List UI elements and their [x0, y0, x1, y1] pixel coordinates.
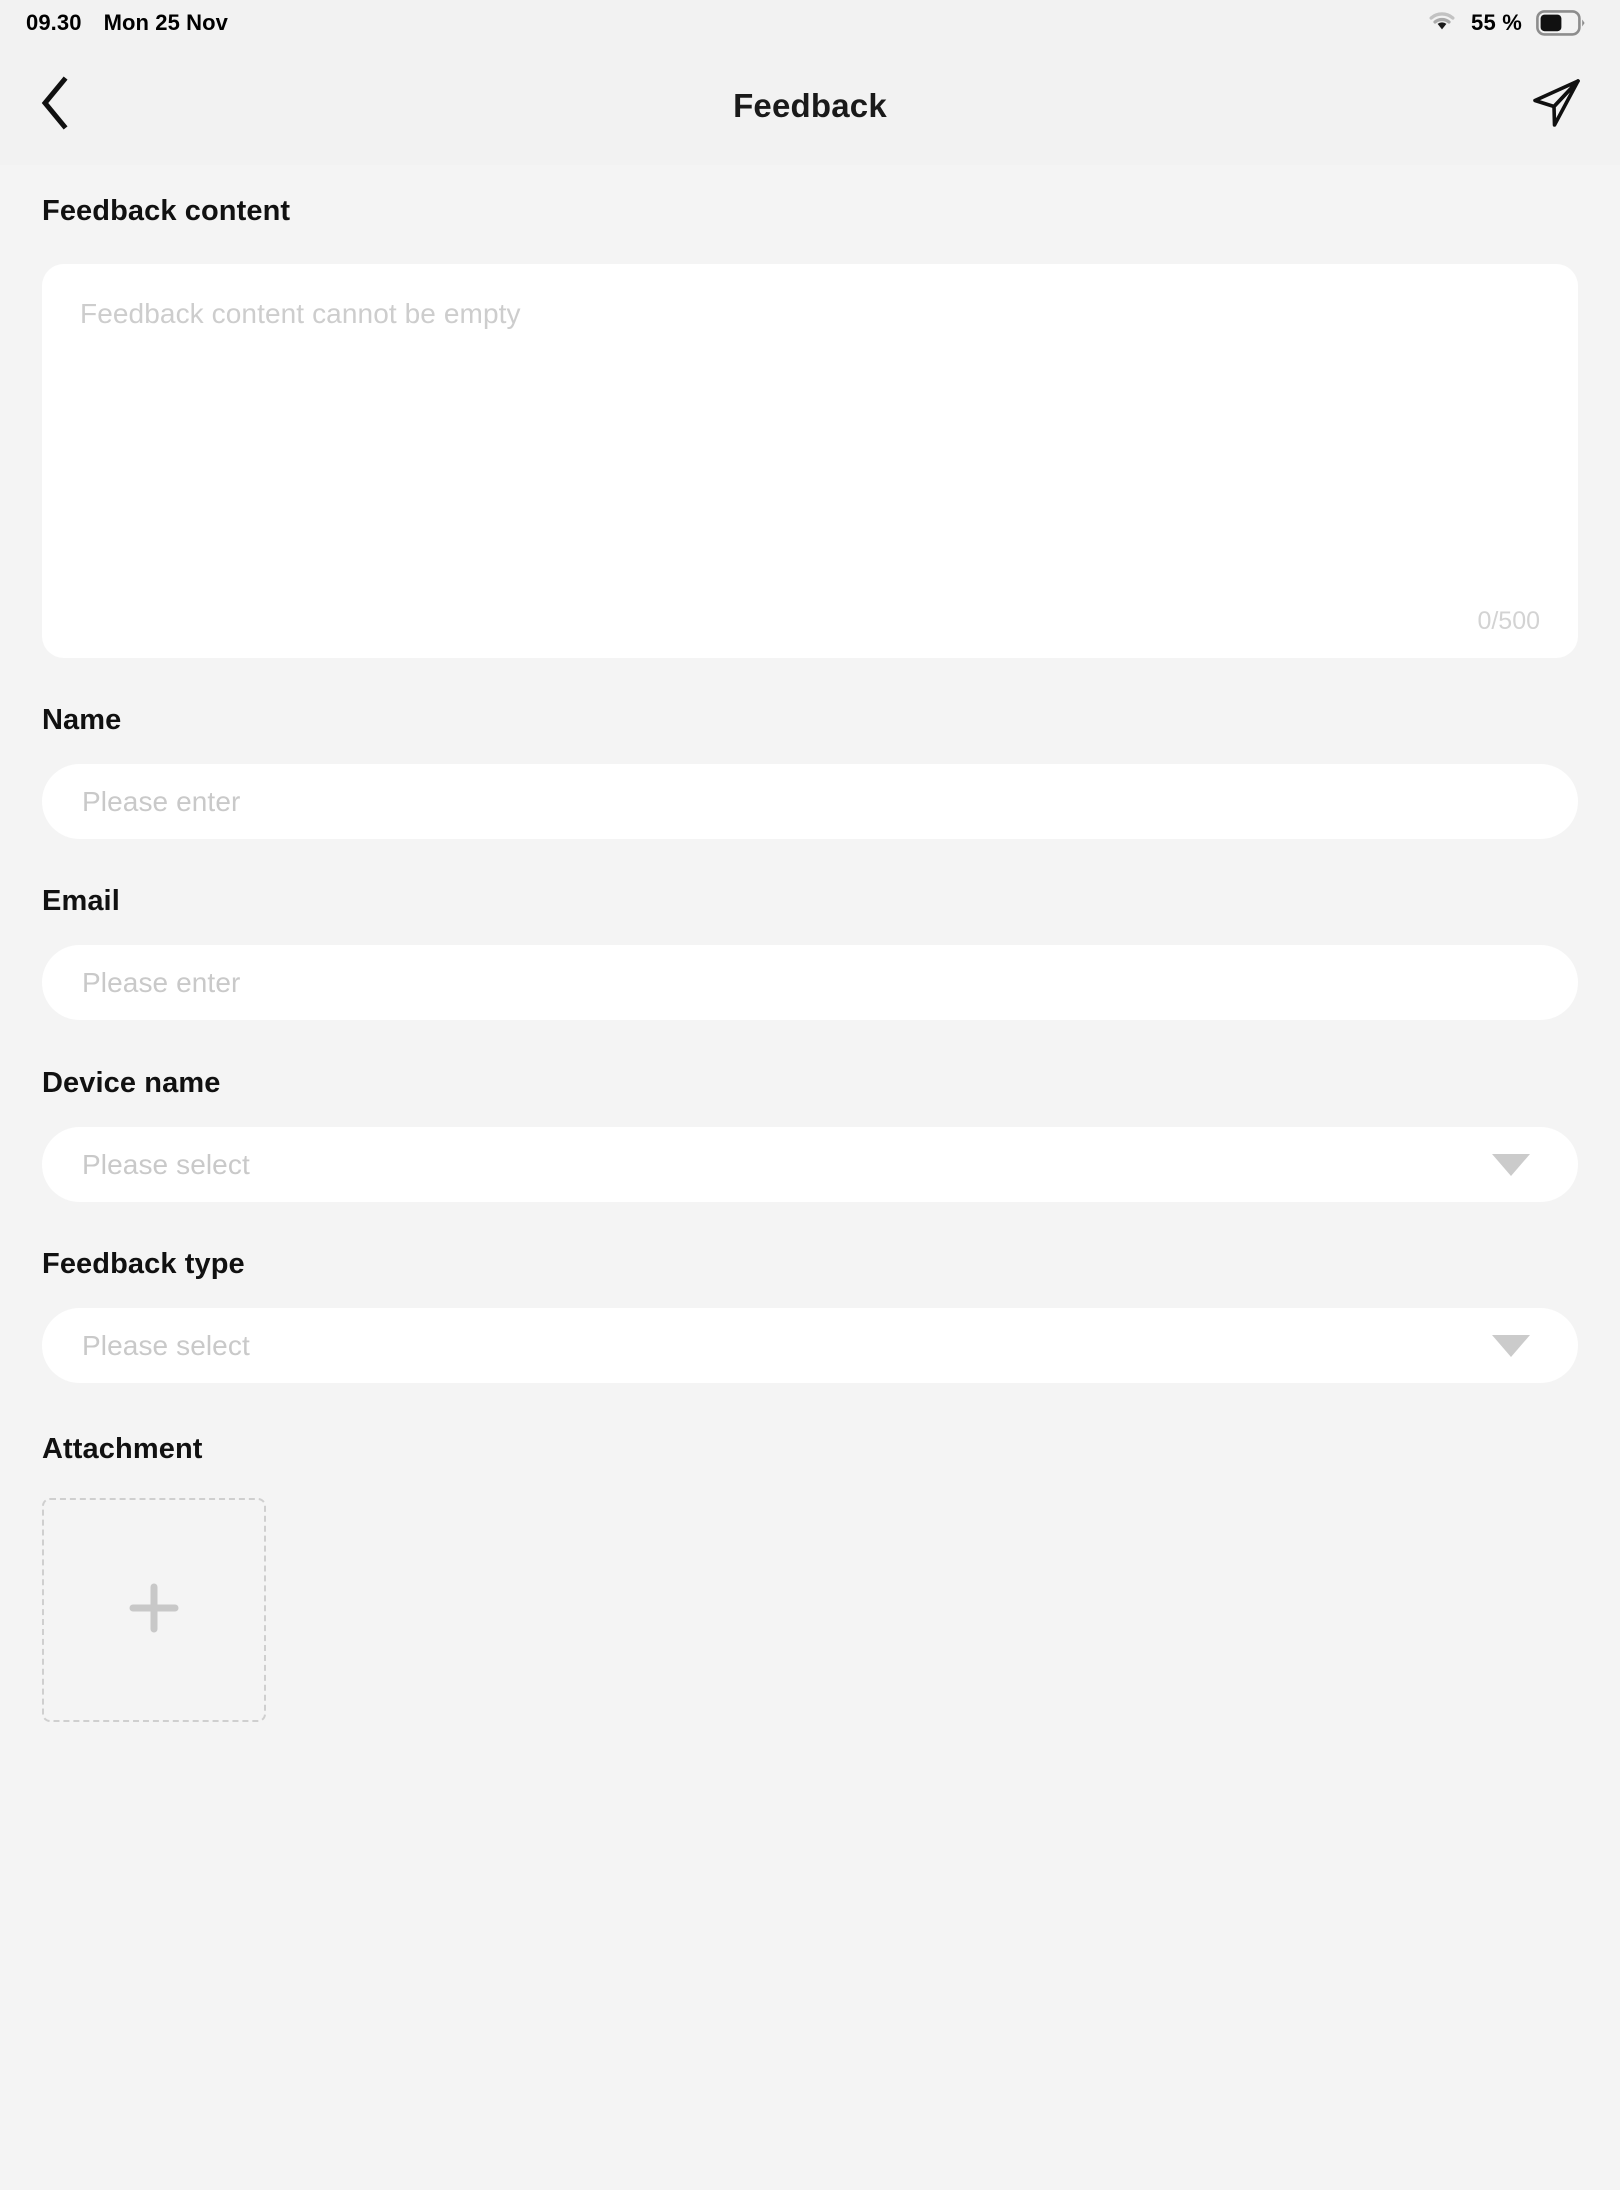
add-attachment-button[interactable]	[42, 1498, 266, 1722]
email-label: Email	[42, 885, 120, 917]
plus-icon	[119, 1573, 189, 1648]
status-time: 09.30	[26, 10, 82, 35]
name-input[interactable]: Please enter	[42, 764, 1578, 839]
back-button[interactable]	[36, 71, 106, 141]
feedback-type-select[interactable]: Please select	[42, 1308, 1578, 1383]
attachment-label: Attachment	[42, 1433, 203, 1465]
email-placeholder: Please enter	[82, 966, 241, 998]
status-bar: 09.30 Mon 25 Nov 55 %	[0, 0, 1620, 46]
feedback-content-input[interactable]: Feedback content cannot be empty 0/500	[42, 264, 1578, 658]
name-placeholder: Please enter	[82, 785, 241, 817]
send-paper-plane-icon	[1530, 76, 1584, 135]
chevron-left-icon	[36, 73, 76, 138]
character-counter: 0/500	[1477, 607, 1540, 635]
navigation-bar: Feedback	[0, 46, 1620, 165]
device-name-select[interactable]: Please select	[42, 1127, 1578, 1202]
caret-down-icon	[1492, 1153, 1530, 1176]
feedback-content-placeholder: Feedback content cannot be empty	[80, 298, 521, 329]
wifi-icon	[1427, 9, 1457, 38]
feedback-type-placeholder: Please select	[82, 1329, 250, 1361]
feedback-content-label: Feedback content	[42, 195, 291, 227]
battery-percentage: 55 %	[1471, 10, 1522, 35]
device-name-placeholder: Please select	[82, 1148, 250, 1180]
status-date: Mon 25 Nov	[103, 10, 229, 35]
status-bar-right: 55 %	[1427, 9, 1594, 38]
caret-down-icon	[1492, 1334, 1530, 1357]
feedback-form: Feedback content Feedback content cannot…	[0, 195, 1620, 2190]
email-input[interactable]: Please enter	[42, 945, 1578, 1020]
page-title: Feedback	[733, 86, 887, 124]
send-button[interactable]	[1514, 71, 1584, 141]
battery-icon	[1536, 10, 1586, 36]
device-name-label: Device name	[42, 1067, 221, 1099]
name-label: Name	[42, 704, 122, 736]
feedback-type-label: Feedback type	[42, 1248, 245, 1280]
status-bar-left: 09.30 Mon 25 Nov	[26, 10, 228, 36]
